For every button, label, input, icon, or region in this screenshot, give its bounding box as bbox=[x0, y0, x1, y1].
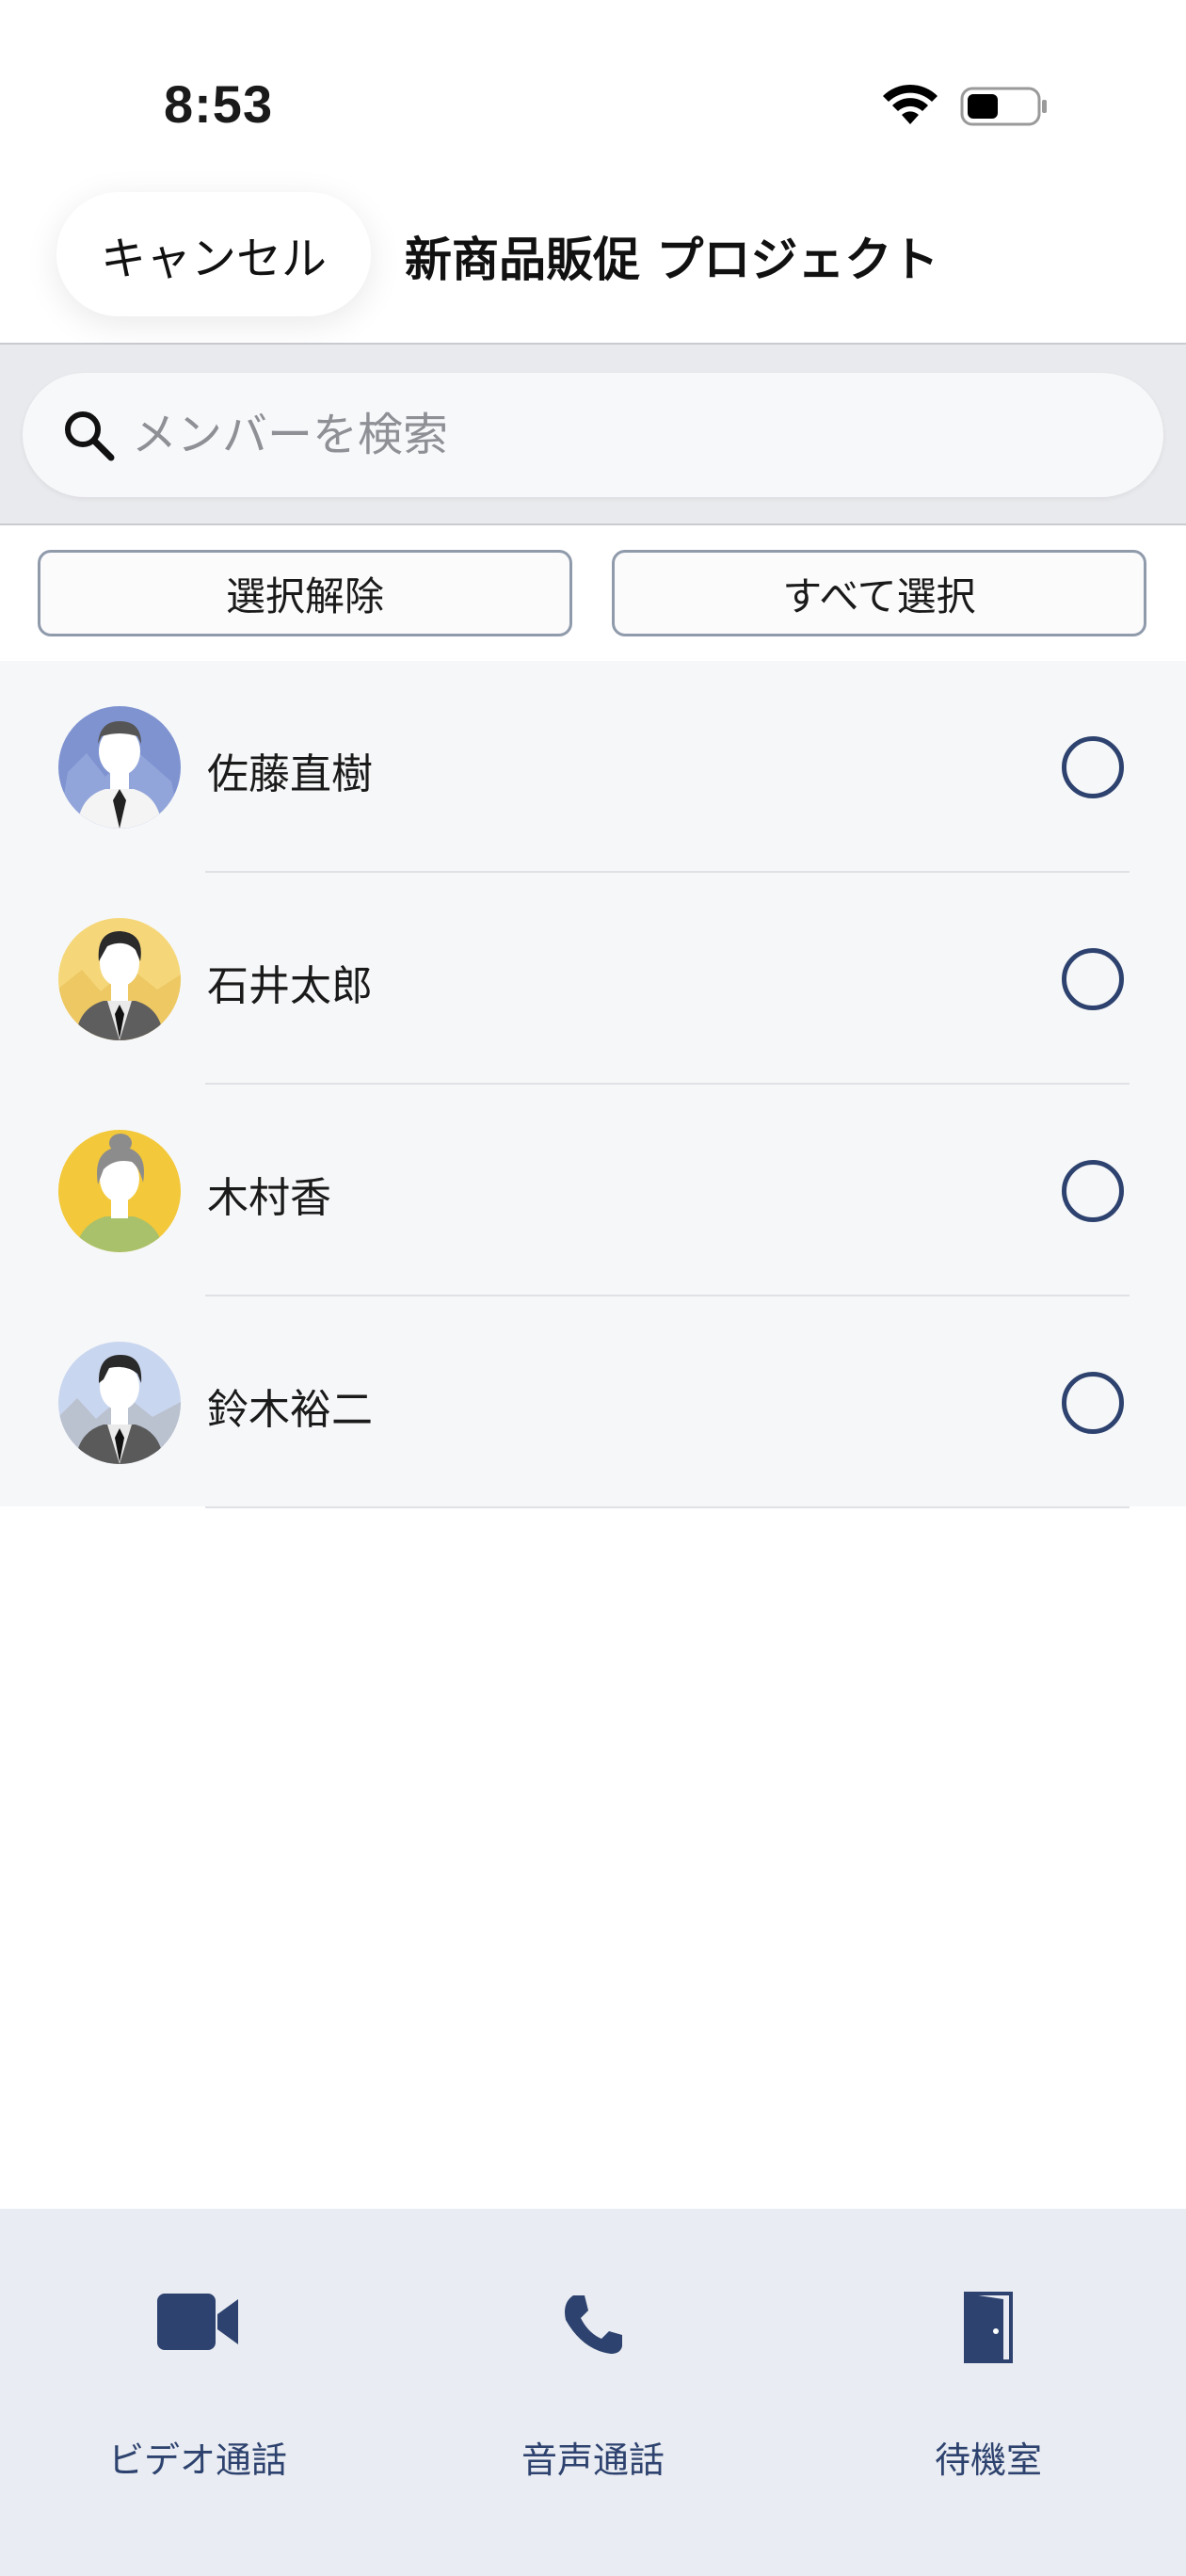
avatar bbox=[58, 918, 181, 1040]
header: キャンセル 新商品販促 プロジェクト bbox=[0, 169, 1186, 345]
select-radio[interactable] bbox=[1062, 1372, 1124, 1434]
tab-label: ビデオ通話 bbox=[107, 2439, 287, 2481]
member-name: 佐藤直樹 bbox=[207, 750, 373, 798]
select-radio[interactable] bbox=[1062, 948, 1124, 1010]
search-icon bbox=[65, 411, 115, 461]
door-icon bbox=[964, 2292, 1013, 2363]
divider bbox=[205, 1506, 1130, 1508]
member-list: 佐藤直樹 石井太郎 木村香 鈴木裕二 bbox=[0, 661, 1186, 1508]
tab-label: 音声通話 bbox=[521, 2439, 665, 2481]
list-item[interactable]: 佐藤直樹 bbox=[0, 661, 1186, 873]
member-name: 鈴木裕二 bbox=[207, 1386, 373, 1434]
search-area bbox=[0, 345, 1186, 525]
list-item[interactable]: 鈴木裕二 bbox=[0, 1296, 1186, 1508]
cancel-button[interactable]: キャンセル bbox=[56, 192, 371, 316]
search-input[interactable] bbox=[132, 392, 1111, 478]
battery-icon bbox=[960, 87, 1047, 126]
deselect-all-button[interactable]: 選択解除 bbox=[38, 550, 572, 636]
tab-voice-call[interactable]: 音声通話 bbox=[452, 2265, 734, 2481]
select-all-button[interactable]: すべて選択 bbox=[612, 550, 1146, 636]
wifi-icon bbox=[883, 84, 938, 124]
avatar bbox=[58, 1130, 181, 1252]
avatar bbox=[58, 1342, 181, 1464]
avatar bbox=[58, 706, 181, 829]
list-item[interactable]: 石井太郎 bbox=[0, 873, 1186, 1085]
phone-icon bbox=[565, 2295, 622, 2354]
list-item[interactable]: 木村香 bbox=[0, 1085, 1186, 1296]
search-box[interactable] bbox=[23, 373, 1163, 497]
select-radio[interactable] bbox=[1062, 736, 1124, 798]
video-camera-icon bbox=[157, 2294, 238, 2350]
tab-waiting-room[interactable]: 待機室 bbox=[847, 2265, 1130, 2481]
bottom-tab-bar: ビデオ通話 音声通話 待機室 bbox=[0, 2209, 1186, 2576]
status-bar: 8:53 bbox=[0, 0, 1186, 169]
member-name: 石井太郎 bbox=[207, 962, 373, 1010]
select-radio[interactable] bbox=[1062, 1160, 1124, 1222]
tab-label: 待機室 bbox=[934, 2439, 1042, 2481]
selection-actions: 選択解除 すべて選択 bbox=[0, 525, 1186, 661]
status-time: 8:53 bbox=[164, 74, 274, 134]
tab-video-call[interactable]: ビデオ通話 bbox=[56, 2265, 339, 2481]
page-title: 新商品販促 プロジェクト bbox=[405, 233, 939, 287]
member-name: 木村香 bbox=[207, 1174, 331, 1222]
